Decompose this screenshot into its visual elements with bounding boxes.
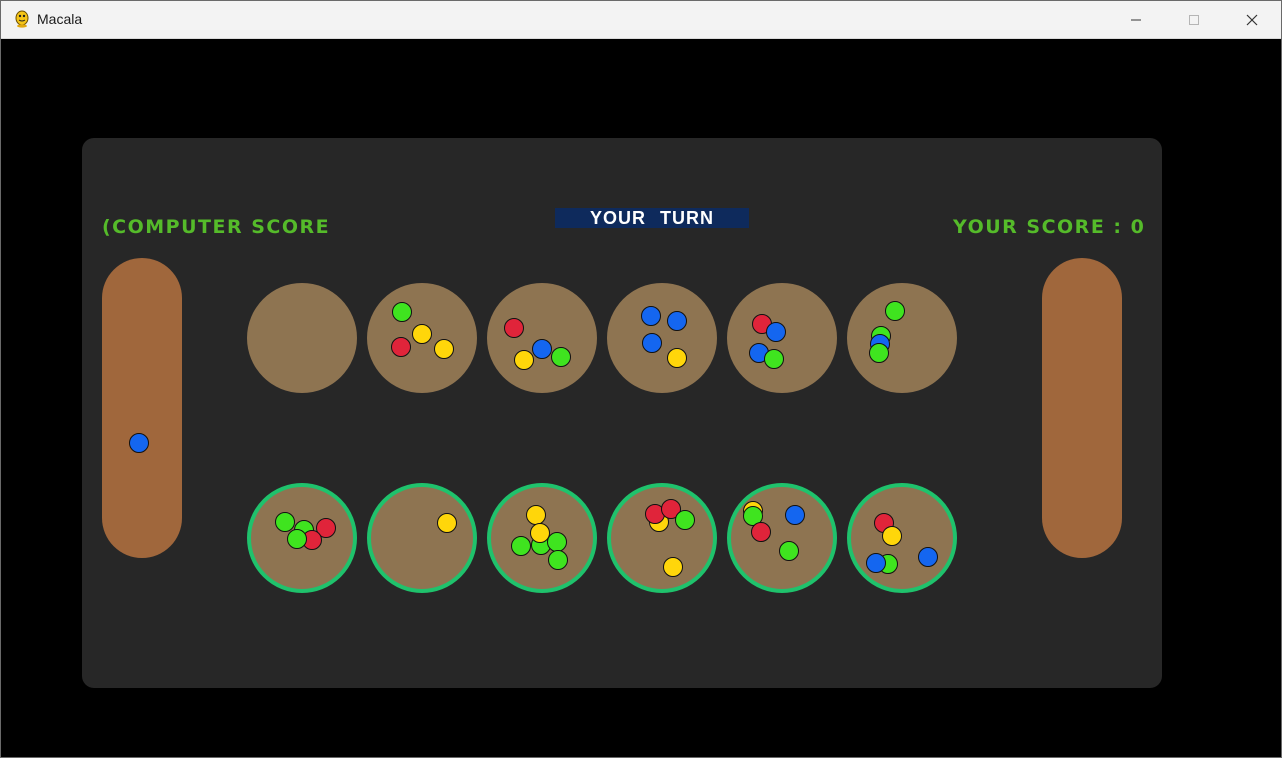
stone-red bbox=[751, 522, 771, 542]
close-icon bbox=[1246, 14, 1258, 25]
computer-store bbox=[102, 258, 182, 558]
stone-green bbox=[511, 536, 531, 556]
stone-blue bbox=[918, 547, 938, 567]
stone-green bbox=[551, 347, 571, 367]
stone-yellow bbox=[882, 526, 902, 546]
stone-yellow bbox=[663, 557, 683, 577]
stone-green bbox=[869, 343, 889, 363]
stone-yellow bbox=[526, 505, 546, 525]
stone-green bbox=[547, 532, 567, 552]
stone-blue bbox=[866, 553, 886, 573]
computer-pit-3 bbox=[487, 283, 597, 393]
minimize-icon bbox=[1131, 19, 1141, 20]
stone-green bbox=[287, 529, 307, 549]
computer-pit-6 bbox=[847, 283, 957, 393]
stone-blue bbox=[532, 339, 552, 359]
player-pit-4[interactable] bbox=[607, 483, 717, 593]
your-score-label: YOUR SCORE : 0 bbox=[953, 216, 1146, 238]
stone-green bbox=[779, 541, 799, 561]
maximize-icon bbox=[1189, 14, 1199, 25]
turn-banner: YOUR TURN bbox=[555, 208, 749, 228]
close-button[interactable] bbox=[1223, 1, 1281, 38]
stone-blue bbox=[641, 306, 661, 326]
stone-blue bbox=[667, 311, 687, 331]
stone-yellow bbox=[434, 339, 454, 359]
player-store bbox=[1042, 258, 1122, 558]
title-bar[interactable]: Macala bbox=[1, 1, 1281, 39]
stone-green bbox=[392, 302, 412, 322]
stone-green bbox=[885, 301, 905, 321]
player-pit-6[interactable] bbox=[847, 483, 957, 593]
minimize-button[interactable] bbox=[1107, 1, 1165, 38]
stone-green bbox=[764, 349, 784, 369]
maximize-button[interactable] bbox=[1165, 1, 1223, 38]
stone-blue bbox=[766, 322, 786, 342]
stone-yellow bbox=[412, 324, 432, 344]
stone-red bbox=[504, 318, 524, 338]
player-pit-5[interactable] bbox=[727, 483, 837, 593]
stone-blue bbox=[642, 333, 662, 353]
stone-yellow bbox=[514, 350, 534, 370]
stone-yellow bbox=[437, 513, 457, 533]
stone-green bbox=[548, 550, 568, 570]
window-title: Macala bbox=[37, 11, 83, 27]
player-pit-2[interactable] bbox=[367, 483, 477, 593]
computer-pit-4 bbox=[607, 283, 717, 393]
stone-green bbox=[675, 510, 695, 530]
stone-blue bbox=[129, 433, 149, 453]
computer-pit-1 bbox=[247, 283, 357, 393]
computer-score-label: (COMPUTER SCORE : 1) bbox=[102, 216, 340, 238]
stone-yellow bbox=[667, 348, 687, 368]
stone-blue bbox=[785, 505, 805, 525]
stone-red bbox=[391, 337, 411, 357]
python-snake-icon bbox=[15, 10, 29, 28]
